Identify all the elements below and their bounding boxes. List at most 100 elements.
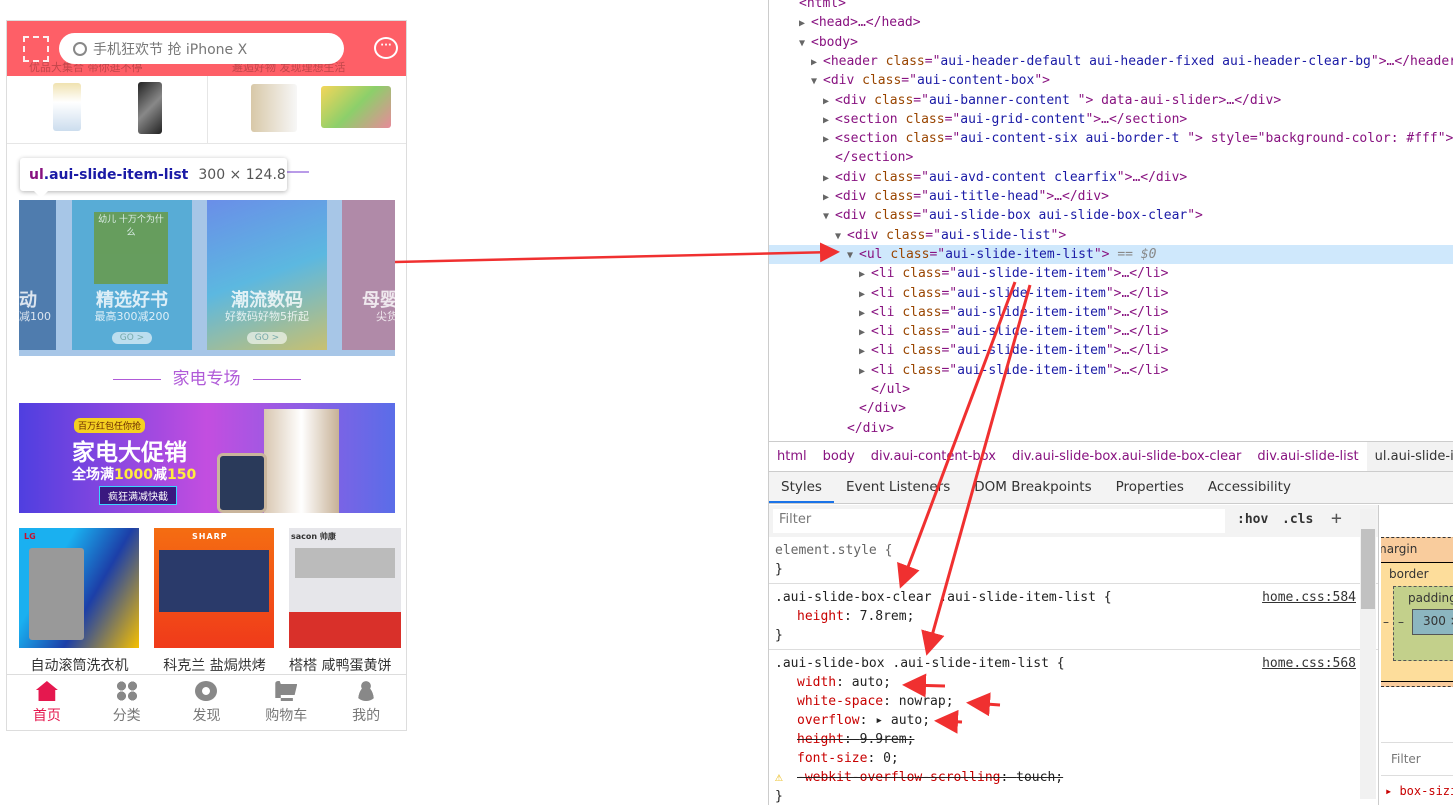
tab-accessibility[interactable]: Accessibility [1196, 472, 1303, 503]
dom-node[interactable]: ▶ <section class="aui-content-six aui-bor… [769, 129, 1453, 148]
breadcrumb-item[interactable]: div.aui-slide-list [1249, 449, 1366, 464]
tab-properties[interactable]: Properties [1104, 472, 1196, 503]
product-image[interactable]: sacon 帅康 [289, 528, 401, 648]
rule-source-link[interactable]: home.css:568 [1262, 654, 1356, 673]
property-value[interactable]: touch; [1016, 770, 1063, 785]
dom-node[interactable]: ▶ <header class="aui-header-default aui-h… [769, 52, 1453, 71]
go-button[interactable]: GO > [112, 332, 152, 344]
expand-toggle[interactable]: ▶ [859, 362, 871, 381]
expand-toggle[interactable]: ▼ [835, 227, 847, 246]
property-name[interactable]: -webkit-overflow-scrolling [797, 770, 1001, 785]
dom-node[interactable]: </div> [769, 419, 1453, 438]
dom-node[interactable]: ▼ <div class="aui-slide-list"> [769, 226, 1453, 245]
expand-toggle[interactable]: ▼ [799, 34, 811, 53]
dom-node[interactable]: ▶ <li class="aui-slide-item-item">…</li> [769, 303, 1453, 322]
tab-event-listeners[interactable]: Event Listeners [834, 472, 962, 503]
property-name[interactable]: white-space [797, 694, 883, 709]
dom-node[interactable]: ▶ <li class="aui-slide-item-item">…</li> [769, 341, 1453, 360]
property-name[interactable]: overflow [797, 713, 860, 728]
dom-node[interactable]: ▶ <div class="aui-banner-content "> data-… [769, 91, 1453, 110]
rule-source-link[interactable]: home.css:584 [1262, 588, 1356, 607]
breadcrumb-item[interactable]: div.aui-slide-box.aui-slide-box-clear [1004, 449, 1249, 464]
dom-node[interactable]: ▶ <li class="aui-slide-item-item">…</li> [769, 284, 1453, 303]
tab-styles[interactable]: Styles [769, 472, 834, 503]
dom-tree[interactable]: <html> ▶ <head>…</head> ▼ <body> ▶ <header cla… [769, 0, 1453, 440]
expand-toggle[interactable]: ▶ [799, 14, 811, 33]
style-property[interactable]: ⚠ -webkit-overflow-scrolling: touch; [775, 768, 1372, 787]
style-rule[interactable]: .aui-slide-box .aui-slide-item-list { ho… [769, 650, 1378, 810]
property-value[interactable]: ▸ auto; [875, 713, 930, 728]
phone-image[interactable] [138, 82, 162, 134]
dom-node[interactable]: ▶ <li class="aui-slide-item-item">…</li> [769, 361, 1453, 380]
property-value[interactable]: 0; [883, 751, 899, 766]
hov-button[interactable]: :hov [1237, 512, 1268, 527]
style-property[interactable]: height: 9.9rem; [775, 730, 1372, 749]
styles-filter-input[interactable]: Filter [773, 509, 1225, 533]
computed-property[interactable]: ▸ box-sizing [1385, 784, 1453, 798]
slide-card[interactable]: 潮流数码 好数码好物5折起 GO > [207, 200, 327, 350]
expand-toggle[interactable]: ▶ [859, 342, 871, 361]
breadcrumb-item[interactable]: body [815, 449, 863, 464]
style-property[interactable]: font-size: 0; [775, 749, 1372, 768]
property-name[interactable]: font-size [797, 751, 867, 766]
product-image[interactable]: LG [19, 528, 139, 648]
smartphone-image[interactable] [251, 84, 297, 132]
property-value[interactable]: nowrap; [899, 694, 954, 709]
expand-toggle[interactable]: ▼ [811, 72, 823, 91]
tab-cart[interactable]: 购物车 [246, 675, 326, 730]
style-property[interactable]: overflow: ▸ auto; [775, 711, 1372, 730]
tab-home[interactable]: 首页 [7, 675, 87, 730]
property-name[interactable]: height [797, 732, 844, 747]
style-rule[interactable]: .aui-slide-box-clear .aui-slide-item-lis… [769, 584, 1378, 650]
dom-node[interactable]: ▶ <li class="aui-slide-item-item">…</li> [769, 264, 1453, 283]
property-name[interactable]: width [797, 675, 836, 690]
computed-filter-input[interactable]: Filter [1381, 742, 1453, 776]
dom-node[interactable]: ▼ <div class="aui-slide-box aui-slide-box… [769, 206, 1453, 225]
message-icon[interactable]: ··· [374, 37, 398, 59]
dom-node[interactable]: </ul> [769, 380, 1453, 399]
dom-node[interactable]: <html> [769, 0, 1453, 13]
expand-toggle[interactable]: ▶ [859, 265, 871, 284]
dom-node[interactable]: ▼ <div class="aui-content-box"> [769, 71, 1453, 90]
dom-node[interactable]: ▶ <div class="aui-title-head">…</div> [769, 187, 1453, 206]
expand-toggle[interactable]: ▶ [811, 53, 823, 72]
property-value[interactable]: 9.9rem; [860, 732, 915, 747]
dom-node[interactable]: ▶ <head>…</head> [769, 13, 1453, 32]
expand-toggle[interactable]: ▶ [823, 111, 835, 130]
expand-toggle[interactable]: ▶ [823, 130, 835, 149]
new-rule-button[interactable]: + [1331, 508, 1342, 529]
style-property[interactable]: width: auto; [775, 673, 1372, 692]
search-input[interactable]: 手机狂欢节 抢 iPhone X [59, 33, 344, 64]
scan-icon[interactable] [23, 36, 49, 62]
slide-item-list[interactable]: 动减100 幼儿 十万个为什么 精选好书 最高300减200 GO > 潮流数码 好数码… [19, 200, 395, 356]
style-property[interactable]: white-space: nowrap; [775, 692, 1372, 711]
property-name[interactable]: height [797, 609, 844, 624]
dom-node[interactable]: ▶ <section class="aui-grid-content">…</se… [769, 110, 1453, 129]
product-name[interactable]: 自动滚筒洗衣机 [17, 655, 142, 675]
dom-node[interactable]: ▶ <div class="aui-avd-content clearfix">…… [769, 168, 1453, 187]
slide-card[interactable]: 幼儿 十万个为什么 精选好书 最高300减200 GO > [72, 200, 192, 350]
expand-toggle[interactable]: ▶ [823, 169, 835, 188]
breadcrumb-item[interactable]: html [769, 449, 815, 464]
product-name[interactable]: 科克兰 盐焗烘烤 [152, 655, 277, 675]
breadcrumb-item[interactable]: div.aui-content-box [863, 449, 1004, 464]
tab-dom-breakpoints[interactable]: DOM Breakpoints [962, 472, 1103, 503]
dom-node[interactable]: </section> [769, 148, 1453, 167]
play-mat-image[interactable] [321, 86, 391, 128]
cls-button[interactable]: .cls [1282, 512, 1313, 527]
breadcrumb-item[interactable]: ul.aui-slide-item-list [1366, 442, 1453, 471]
tab-mine[interactable]: 我的 [326, 675, 406, 730]
dom-node[interactable]: ▶ <li class="aui-slide-item-item">…</li> [769, 322, 1453, 341]
go-button[interactable]: GO > [247, 332, 287, 344]
expand-toggle[interactable]: ▶ [859, 285, 871, 304]
property-value[interactable]: 7.8rem; [860, 609, 915, 624]
dom-node[interactable]: ▼ <body> [769, 33, 1453, 52]
appliance-banner[interactable]: 百万红包任你抢 家电大促销 全场满1000减150 疯狂满减快截 [19, 403, 395, 513]
expand-toggle[interactable]: ▶ [859, 323, 871, 342]
product-image[interactable]: SHARP [154, 528, 274, 648]
slide-card[interactable]: 动减100 [19, 200, 56, 350]
banner-button[interactable]: 疯狂满减快截 [99, 486, 177, 505]
dom-node[interactable]: ▼ <ul class="aui-slide-item-list"> == $0 [769, 244, 1453, 264]
expand-toggle[interactable]: ▶ [823, 92, 835, 111]
expand-toggle[interactable]: ▼ [823, 207, 835, 226]
